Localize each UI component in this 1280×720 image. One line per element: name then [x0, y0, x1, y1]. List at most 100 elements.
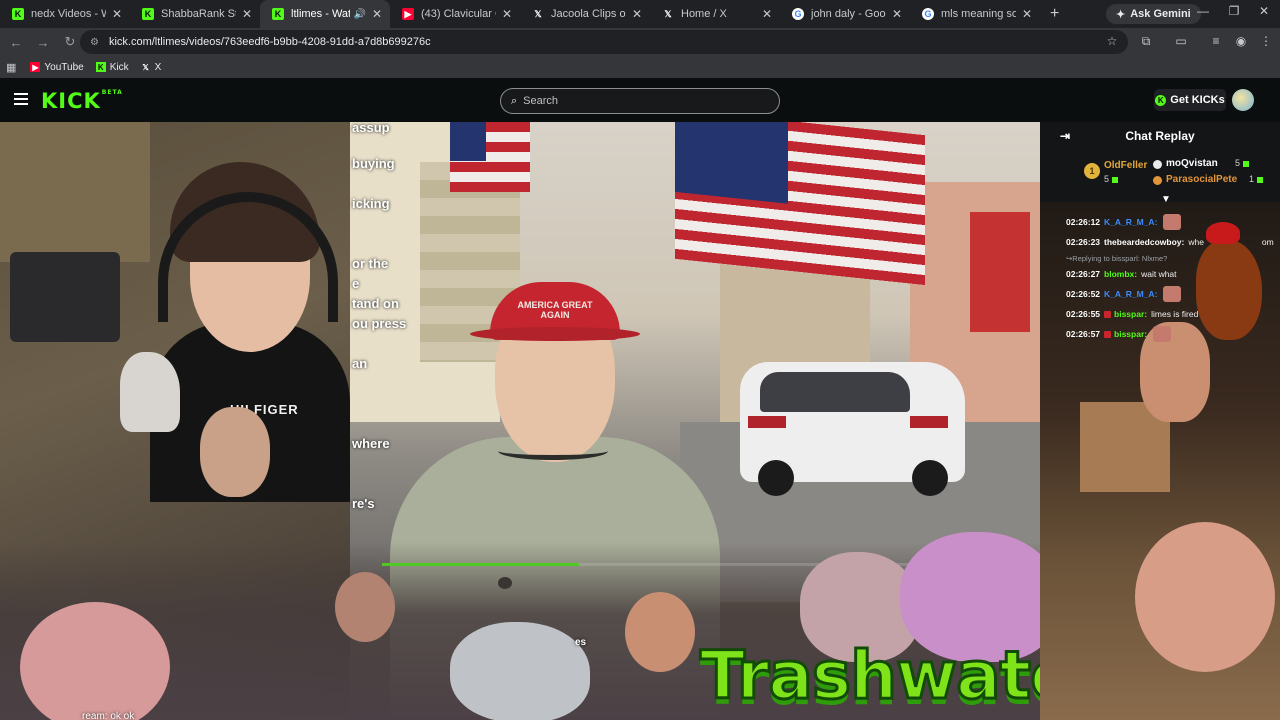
menu-icon[interactable]: ⋮	[1257, 34, 1275, 48]
kick-logo[interactable]: KICKBETA	[41, 89, 123, 113]
message-username[interactable]: bisspar:	[1114, 309, 1147, 319]
tab-title: Jacoola Clips on X: "A	[551, 8, 626, 20]
message-timestamp: 02:26:57	[1066, 329, 1101, 339]
gifter-2-name[interactable]: moQvistan	[1166, 158, 1218, 169]
tab-close-icon[interactable]: ✕	[110, 7, 124, 21]
chicken-toy	[120, 352, 180, 432]
trash-bag-1	[450, 622, 590, 720]
bookmark-kick[interactable]: K Kick	[95, 62, 129, 73]
browser-tab[interactable]: Gjohn daly - Google Sea ✕	[780, 0, 910, 28]
ask-gemini-button[interactable]: ✦ Ask Gemini	[1106, 4, 1201, 24]
message-text: limes is fired	[1151, 309, 1199, 319]
kicks-gem-icon	[1243, 160, 1250, 167]
reply-text: Replying to bissparl: Nlxme?	[1072, 253, 1168, 263]
user-avatar[interactable]	[1232, 89, 1254, 111]
browser-tab[interactable]: Knedx Videos - Watch O ✕	[0, 0, 130, 28]
gifter-3-name[interactable]: ParasocialPete	[1166, 174, 1237, 185]
minimize-icon[interactable]: —	[1191, 4, 1215, 18]
message-timestamp: 02:26:12	[1066, 217, 1101, 227]
reload-icon[interactable]: ↻	[58, 34, 82, 50]
bookmark-list: ▶ YouTube K Kick 𝕏 X	[30, 62, 173, 73]
kick-favicon-icon: K	[142, 8, 154, 20]
browser-tab[interactable]: 𝕏 Jacoola Clips on X: "A ✕	[520, 0, 650, 28]
tab-title: Home / X	[681, 8, 727, 20]
bald-man-face	[20, 602, 170, 720]
emote-icon	[1163, 286, 1182, 302]
cardboard-boxes	[0, 122, 150, 262]
message-username[interactable]: bisspar:	[1114, 329, 1147, 339]
message-text: wait what	[1141, 269, 1177, 279]
google-favicon-icon: G	[792, 8, 804, 20]
message-username[interactable]: blombx:	[1104, 269, 1137, 279]
get-kicks-button[interactable]: K Get KICKs	[1154, 89, 1226, 111]
address-bar[interactable]: ⚙ kick.com/ltlimes/videos/763eedf6-b9bb-…	[80, 30, 1128, 54]
apps-grid-icon[interactable]: ▦	[6, 61, 16, 74]
tab-close-icon[interactable]: ✕	[370, 7, 384, 21]
youtube-favicon-icon: ▶	[30, 62, 41, 72]
tab-close-icon[interactable]: ✕	[760, 7, 774, 21]
kick-logo-text: KICK	[41, 89, 101, 113]
bookmark-youtube[interactable]: ▶ YouTube	[30, 62, 84, 73]
maximize-icon[interactable]: ❐	[1222, 4, 1246, 18]
new-tab-button[interactable]: +	[1040, 5, 1069, 23]
emote-icon	[1153, 326, 1172, 342]
message-username[interactable]: K_A_R_M_A:	[1104, 289, 1157, 299]
browser-tab[interactable]: ▶ (43) Clavicular Goes to ✕	[390, 0, 520, 28]
x-favicon-icon: 𝕏	[664, 8, 672, 19]
smiling-man-face	[1135, 522, 1275, 672]
speaker	[10, 252, 120, 342]
chat-header: ⇥ Chat Replay	[1040, 122, 1280, 150]
get-kicks-label: Get KICKs	[1170, 94, 1225, 106]
browser-tab[interactable]: Kltlimes - Watch the 🔊 ✕	[260, 0, 390, 28]
overlay-text-line: or the	[352, 256, 389, 271]
back-icon[interactable]: ←	[4, 35, 28, 50]
search-icon: ⌕	[511, 94, 518, 107]
search-input[interactable]	[523, 95, 754, 107]
browser-tab[interactable]: Gmls meaning soccer - G ✕	[910, 0, 1040, 28]
kick-favicon-icon: K	[272, 8, 284, 20]
youtube-favicon-icon: ▶	[402, 8, 414, 20]
bookmark-star-icon[interactable]: ☆	[1103, 34, 1121, 48]
chat-message[interactable]: 02:26:52 K_A_R_M_A:	[1066, 284, 1280, 304]
chat-message[interactable]: 02:26:27 blombx: wait what	[1066, 264, 1280, 284]
message-username[interactable]: thebeardedcowboy:	[1104, 237, 1184, 247]
man-cap-face	[335, 572, 395, 642]
collapse-chat-icon[interactable]: ⇥	[1060, 129, 1070, 143]
chat-message[interactable]: 02:26:57 bisspar:	[1066, 324, 1280, 344]
browser-tab[interactable]: K ShabbaRank Stream - K ✕	[130, 0, 260, 28]
message-username[interactable]: K_A_R_M_A:	[1104, 217, 1157, 227]
top-gifter-name[interactable]: OldFeller	[1104, 160, 1147, 171]
tab-close-icon[interactable]: ✕	[630, 7, 644, 21]
reading-list-icon[interactable]: ≡	[1207, 34, 1225, 48]
bronze-badge-icon	[1153, 176, 1162, 185]
cast-icon[interactable]: ▭	[1172, 34, 1190, 48]
chat-message[interactable]: 02:26:23 thebeardedcowboy: whe om	[1066, 232, 1280, 252]
kick-favicon-icon: K	[95, 62, 106, 72]
forward-icon[interactable]: →	[31, 35, 55, 50]
search-bar[interactable]: ⌕	[500, 88, 780, 114]
tab-close-icon[interactable]: ✕	[890, 7, 904, 21]
hamburger-menu-icon[interactable]	[14, 93, 28, 105]
overlay-text-line: icking	[352, 196, 390, 211]
profile-icon[interactable]: ◉	[1232, 34, 1250, 48]
trashwatch-watermark: Trashwatch	[699, 636, 1041, 716]
tab-close-icon[interactable]: ✕	[240, 7, 254, 21]
kicks-coin-icon: K	[1155, 94, 1167, 106]
bookmark-x[interactable]: 𝕏X	[141, 62, 161, 73]
chat-message[interactable]: 02:26:12 K_A_R_M_A:	[1066, 212, 1280, 232]
message-timestamp: 02:26:23	[1066, 237, 1101, 247]
extensions-icon[interactable]: ⧉	[1137, 34, 1155, 49]
tab-close-icon[interactable]: ✕	[500, 7, 514, 21]
video-player[interactable]: AMERICA GREAT AGAIN HILFIGER assup buying…	[0, 122, 1040, 720]
tab-close-icon[interactable]: ✕	[1020, 7, 1034, 21]
chat-message[interactable]: 02:26:55 bisspar: limes is fired	[1066, 304, 1280, 324]
overlay-text-line: where	[352, 436, 390, 451]
close-window-icon[interactable]: ✕	[1252, 4, 1276, 18]
browser-tab[interactable]: 𝕏 Home / X ✕	[650, 0, 780, 28]
expand-gifters-icon[interactable]: ▼	[1161, 194, 1171, 205]
white-suv	[740, 362, 965, 496]
site-info-icon[interactable]: ⚙	[90, 37, 99, 48]
us-flag-small	[450, 122, 530, 192]
tab-audio-icon[interactable]: 🔊	[354, 9, 366, 20]
overlay-text-line: an	[352, 356, 368, 371]
